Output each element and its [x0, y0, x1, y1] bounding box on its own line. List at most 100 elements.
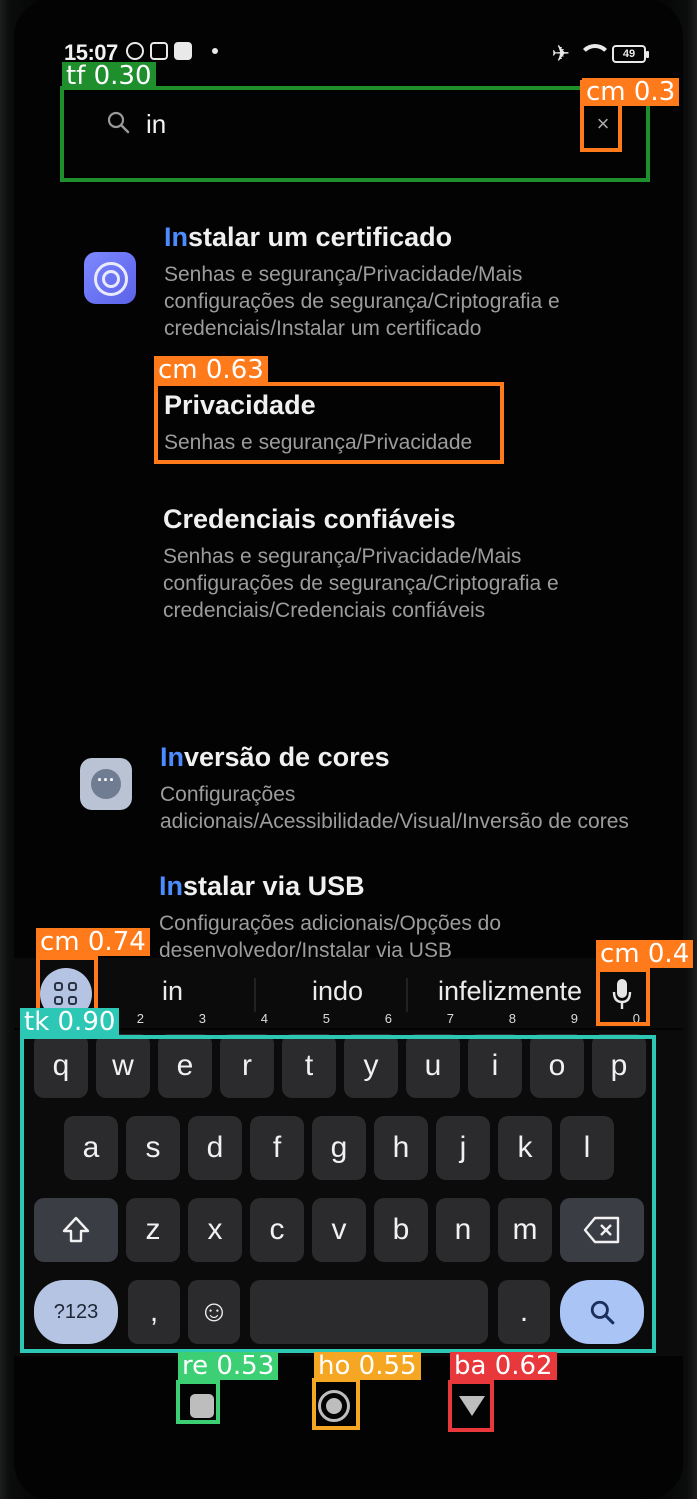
- wifi-icon: [578, 44, 612, 64]
- no-signal-status-icon: [150, 42, 168, 60]
- symbols-key[interactable]: ?123: [34, 1280, 118, 1344]
- key-u[interactable]: u7: [406, 1012, 460, 1098]
- detection-label: cm 0.3: [582, 78, 680, 106]
- suggestion-divider: [406, 978, 408, 1012]
- result-title: Privacidade: [164, 390, 316, 420]
- key-g[interactable]: g: [312, 1116, 366, 1180]
- navigation-bar: [0, 1376, 697, 1436]
- key-m[interactable]: m: [498, 1198, 552, 1262]
- key-n[interactable]: n: [436, 1198, 490, 1262]
- key-t[interactable]: t5: [282, 1012, 336, 1098]
- suggestion-indo[interactable]: indo: [312, 976, 363, 1007]
- key-i[interactable]: i8: [468, 1012, 522, 1098]
- detection-label: ba 0.62: [450, 1352, 557, 1380]
- result-path: Senhas e segurança/Privacidade/Mais conf…: [164, 263, 560, 340]
- key-letter: y: [363, 1049, 379, 1082]
- more-notifications-dot-icon: [212, 48, 218, 54]
- comma-key[interactable]: ,: [128, 1280, 180, 1344]
- suggestion-infelizmente[interactable]: infelizmente: [438, 976, 582, 1007]
- key-h[interactable]: h: [374, 1116, 428, 1180]
- detection-label: cm 0.4: [596, 940, 694, 968]
- detection-label: re 0.53: [178, 1352, 279, 1380]
- airplane-mode-icon: ✈: [551, 41, 570, 66]
- result-title: Inversão de cores: [160, 742, 390, 772]
- search-icon: [590, 1300, 615, 1325]
- key-a[interactable]: a: [64, 1116, 118, 1180]
- result-path: Configurações adicionais/Opções do desen…: [159, 912, 502, 962]
- search-action-key[interactable]: [560, 1280, 644, 1344]
- key-letter: w: [112, 1049, 134, 1082]
- key-k[interactable]: k: [498, 1116, 552, 1180]
- detection-label: cm 0.63: [154, 356, 268, 384]
- key-letter: e: [176, 1049, 194, 1082]
- key-number-hint: 6: [384, 1011, 392, 1026]
- key-c[interactable]: c: [250, 1198, 304, 1262]
- key-w[interactable]: w2: [96, 1012, 150, 1098]
- app-status-icon: [174, 42, 192, 60]
- result-inversao-de-cores[interactable]: Inversão de cores Configurações adiciona…: [160, 742, 630, 835]
- more-settings-icon: ···: [80, 758, 132, 810]
- back-button[interactable]: [459, 1396, 485, 1416]
- recents-button[interactable]: [190, 1394, 214, 1418]
- key-letter: u: [424, 1049, 442, 1082]
- detection-label: ho 0.55: [314, 1352, 421, 1380]
- result-credenciais-confiaveis[interactable]: Credenciais confiáveis Senhas e seguranç…: [163, 504, 633, 624]
- key-f[interactable]: f: [250, 1116, 304, 1180]
- key-z[interactable]: z: [126, 1198, 180, 1262]
- key-d[interactable]: d: [188, 1116, 242, 1180]
- key-v[interactable]: v: [312, 1198, 366, 1262]
- clear-search-button[interactable]: ×: [592, 113, 614, 135]
- key-q[interactable]: q1: [34, 1012, 88, 1098]
- battery-level: 49: [622, 48, 636, 60]
- microphone-icon[interactable]: [612, 978, 632, 1010]
- result-title: Instalar um certificado: [164, 222, 453, 252]
- key-letter: i: [491, 1049, 499, 1082]
- result-path: Senhas e segurança/Privacidade/Mais conf…: [163, 545, 559, 622]
- key-x[interactable]: x: [188, 1198, 242, 1262]
- key-letter: p: [610, 1049, 628, 1082]
- home-button[interactable]: [318, 1390, 350, 1422]
- search-icon: [107, 111, 130, 134]
- backspace-icon: [583, 1216, 620, 1244]
- key-number-hint: 5: [322, 1011, 330, 1026]
- key-number-hint: 8: [508, 1011, 516, 1026]
- key-j[interactable]: j: [436, 1116, 490, 1180]
- key-e[interactable]: e3: [158, 1012, 212, 1098]
- key-s[interactable]: s: [126, 1116, 180, 1180]
- search-bar[interactable]: ×: [80, 100, 630, 150]
- emoji-key[interactable]: ☺: [188, 1280, 240, 1344]
- detection-label: cm 0.74: [36, 928, 150, 956]
- key-p[interactable]: p0: [592, 1012, 646, 1098]
- key-b[interactable]: b: [374, 1198, 428, 1262]
- battery-icon: 49: [612, 45, 649, 63]
- shift-key[interactable]: [34, 1198, 118, 1262]
- key-r[interactable]: r4: [220, 1012, 274, 1098]
- search-input[interactable]: [146, 106, 566, 142]
- result-instalar-via-usb[interactable]: Instalar via USB Configurações adicionai…: [159, 871, 629, 964]
- detection-label: tf 0.30: [62, 62, 156, 90]
- backspace-key[interactable]: [560, 1198, 644, 1262]
- suggestion-divider: [254, 978, 256, 1012]
- suggestion-in[interactable]: in: [162, 976, 183, 1007]
- result-path: Senhas e segurança/Privacidade: [164, 431, 473, 454]
- result-privacidade[interactable]: Privacidade Senhas e segurança/Privacida…: [164, 390, 634, 456]
- key-number-hint: 9: [570, 1011, 578, 1026]
- grid-icon: [68, 996, 77, 1005]
- result-title: Credenciais confiáveis: [163, 504, 456, 534]
- key-y[interactable]: y6: [344, 1012, 398, 1098]
- space-key[interactable]: [250, 1280, 488, 1344]
- key-o[interactable]: o9: [530, 1012, 584, 1098]
- key-letter: t: [304, 1049, 314, 1082]
- period-key[interactable]: .: [498, 1280, 550, 1344]
- key-number-hint: 4: [260, 1011, 268, 1026]
- key-letter: o: [548, 1049, 566, 1082]
- settings-status-icon: [126, 42, 144, 60]
- grid-icon: [54, 996, 63, 1005]
- ellipsis-icon: ···: [91, 769, 121, 799]
- result-title: Instalar via USB: [159, 871, 365, 901]
- key-number-hint: 2: [136, 1011, 144, 1026]
- key-l[interactable]: l: [560, 1116, 614, 1180]
- key-letter: q: [52, 1049, 70, 1082]
- result-install-certificate[interactable]: Instalar um certificado Senhas e seguran…: [164, 222, 634, 342]
- detection-label: tk 0.90: [20, 1008, 120, 1036]
